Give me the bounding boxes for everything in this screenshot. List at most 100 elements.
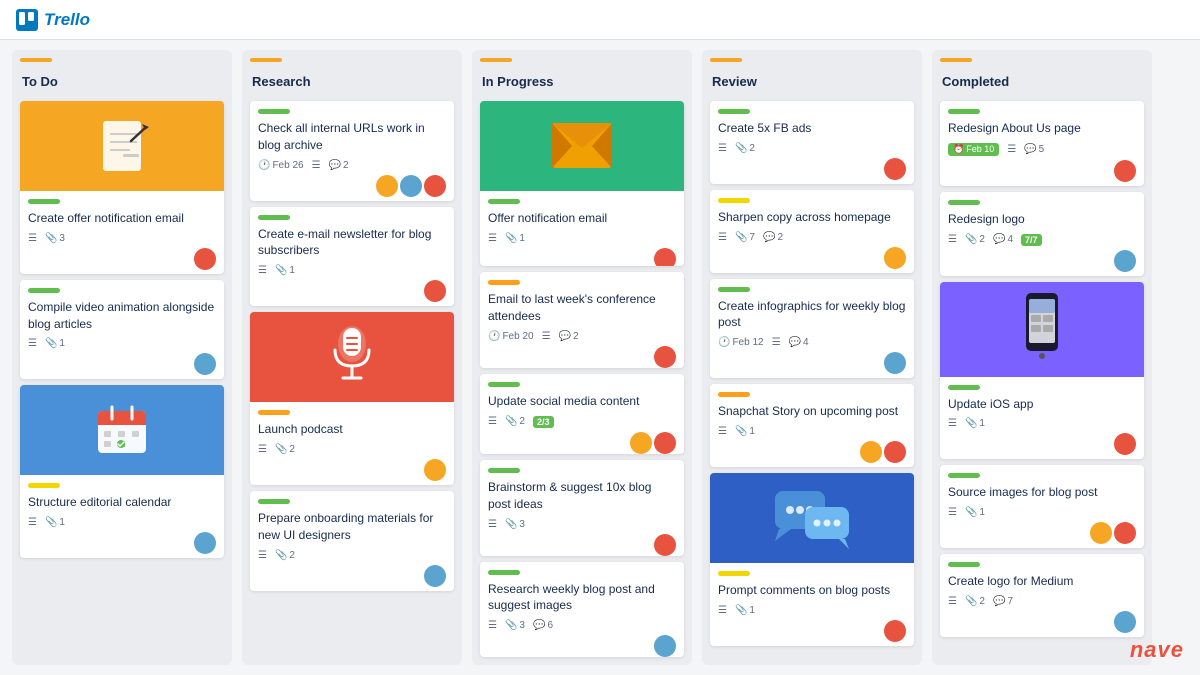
card-body: Create offer notification email☰📎3 (20, 191, 224, 274)
meta-attachments: 📎1 (735, 605, 755, 616)
card-footer (488, 432, 676, 454)
column-title-inprogress: In Progress (480, 70, 684, 93)
card[interactable]: Create 5x FB ads ☰📎2 (710, 101, 914, 184)
card-body: Launch podcast☰📎2 (250, 402, 454, 485)
card[interactable]: Update social media content☰📎22/3 (480, 374, 684, 454)
meta-comments: 💬2 (763, 232, 783, 243)
avatar-group (1090, 522, 1136, 544)
card[interactable]: Check all internal URLs work in blog arc… (250, 101, 454, 201)
card[interactable]: Snapchat Story on upcoming post☰📎1 (710, 384, 914, 467)
card-title: Create e-mail newsletter for blog subscr… (258, 226, 446, 260)
card-body: Structure editorial calendar ☰📎1 (20, 475, 224, 558)
card[interactable]: Create e-mail newsletter for blog subscr… (250, 207, 454, 307)
card-title: Redesign About Us page (948, 120, 1136, 137)
card-title: Source images for blog post (948, 484, 1136, 501)
card[interactable]: Email to last week's conference attendee… (480, 272, 684, 367)
card-label (258, 499, 290, 504)
card-label (718, 571, 750, 576)
card-meta: ☰📎3 (488, 519, 676, 530)
column-research: ResearchCheck all internal URLs work in … (242, 50, 462, 665)
card-body: Prompt comments on blog posts☰📎1 (710, 563, 914, 646)
card-footer (718, 352, 906, 374)
meta-attachments: 📎2 (735, 143, 755, 154)
card-meta: ☰📎2 (258, 550, 446, 561)
card-footer (28, 353, 216, 375)
meta-comments: 💬4 (993, 234, 1013, 245)
card-meta: ☰📎7💬2 (718, 232, 906, 243)
meta-lines: ☰ (948, 234, 957, 245)
card-footer (718, 247, 906, 269)
card-body: Update iOS app☰📎1 (940, 377, 1144, 460)
avatar-group (424, 459, 446, 481)
progress-badge: 2/3 (533, 416, 554, 428)
board-container: To Do Create offer notification email☰📎3… (0, 40, 1200, 675)
card-footer (718, 620, 906, 642)
card[interactable]: Create logo for Medium☰📎2💬7 (940, 554, 1144, 637)
card-meta: ☰📎1 (948, 507, 1136, 518)
meta-comments: 💬4 (789, 337, 809, 348)
column-title-completed: Completed (940, 70, 1144, 93)
card-title: Create 5x FB ads (718, 120, 906, 137)
card[interactable]: Structure editorial calendar ☰📎1 (20, 385, 224, 558)
card[interactable]: Create offer notification email☰📎3 (20, 101, 224, 274)
card[interactable]: Create infographics for weekly blog post… (710, 279, 914, 379)
avatar (654, 432, 676, 454)
meta-lines: ☰ (28, 338, 37, 349)
card-title: Brainstorm & suggest 10x blog post ideas (488, 479, 676, 513)
card[interactable]: Redesign About Us page⏰Feb 10☰💬5 (940, 101, 1144, 186)
card-footer (948, 433, 1136, 455)
card-label (258, 215, 290, 220)
card-footer (258, 280, 446, 302)
card[interactable]: Prepare onboarding materials for new UI … (250, 491, 454, 591)
card[interactable]: Brainstorm & suggest 10x blog post ideas… (480, 460, 684, 555)
card[interactable]: Research weekly blog post and suggest im… (480, 562, 684, 657)
card-body: Redesign logo☰📎2💬47/7 (940, 192, 1144, 276)
meta-attachments: 📎2 (965, 596, 985, 607)
card-meta: ☰📎1 (28, 517, 216, 528)
card[interactable]: Offer notification email☰📎1 (480, 101, 684, 267)
card-footer (258, 175, 446, 197)
card-body: Update social media content☰📎22/3 (480, 374, 684, 454)
avatar (1114, 250, 1136, 272)
card[interactable]: Update iOS app☰📎1 (940, 282, 1144, 460)
avatar (424, 565, 446, 587)
card[interactable]: Redesign logo☰📎2💬47/7 (940, 192, 1144, 276)
card-title: Update iOS app (948, 396, 1136, 413)
card-meta: 🕐Feb 20☰💬2 (488, 331, 676, 342)
card-meta: ☰📎1 (718, 426, 906, 437)
card-body: Research weekly blog post and suggest im… (480, 562, 684, 657)
card-title: Structure editorial calendar (28, 494, 216, 511)
card-label (718, 198, 750, 203)
meta-attachments: 📎1 (965, 507, 985, 518)
column-inprogress: In Progress Offer notification email☰📎1E… (472, 50, 692, 665)
avatar (654, 534, 676, 556)
card[interactable]: Launch podcast☰📎2 (250, 312, 454, 485)
card-footer (948, 522, 1136, 544)
column-review: ReviewCreate 5x FB ads☰📎2Sharpen copy ac… (702, 50, 922, 665)
card-meta: ☰📎3 (28, 233, 216, 244)
meta-comments: 💬5 (1024, 144, 1044, 155)
avatar-group (860, 441, 906, 463)
column-title-todo: To Do (20, 70, 224, 93)
card[interactable]: Source images for blog post ☰📎1 (940, 465, 1144, 548)
card[interactable]: Prompt comments on blog posts☰📎1 (710, 473, 914, 646)
avatar (654, 346, 676, 368)
card-meta: ☰📎1 (258, 265, 446, 276)
card-footer (488, 635, 676, 657)
card[interactable]: Compile video animation alongside blog a… (20, 280, 224, 380)
card-label (718, 392, 750, 397)
avatar-group (1114, 250, 1136, 272)
card[interactable]: Sharpen copy across homepage☰📎7💬2 (710, 190, 914, 273)
avatar-group (884, 352, 906, 374)
card-title: Create infographics for weekly blog post (718, 298, 906, 332)
trello-logo: Trello (16, 9, 90, 31)
meta-comments: 💬7 (993, 596, 1013, 607)
card-meta: ☰📎2 (718, 143, 906, 154)
meta-attachments: 📎1 (505, 233, 525, 244)
meta-comments: 💬2 (559, 331, 579, 342)
card-label (948, 562, 980, 567)
meta-lines: ☰ (258, 265, 267, 276)
card-title: Prepare onboarding materials for new UI … (258, 510, 446, 544)
card-meta: 🕐Feb 12☰💬4 (718, 337, 906, 348)
meta-lines: ☰ (718, 426, 727, 437)
